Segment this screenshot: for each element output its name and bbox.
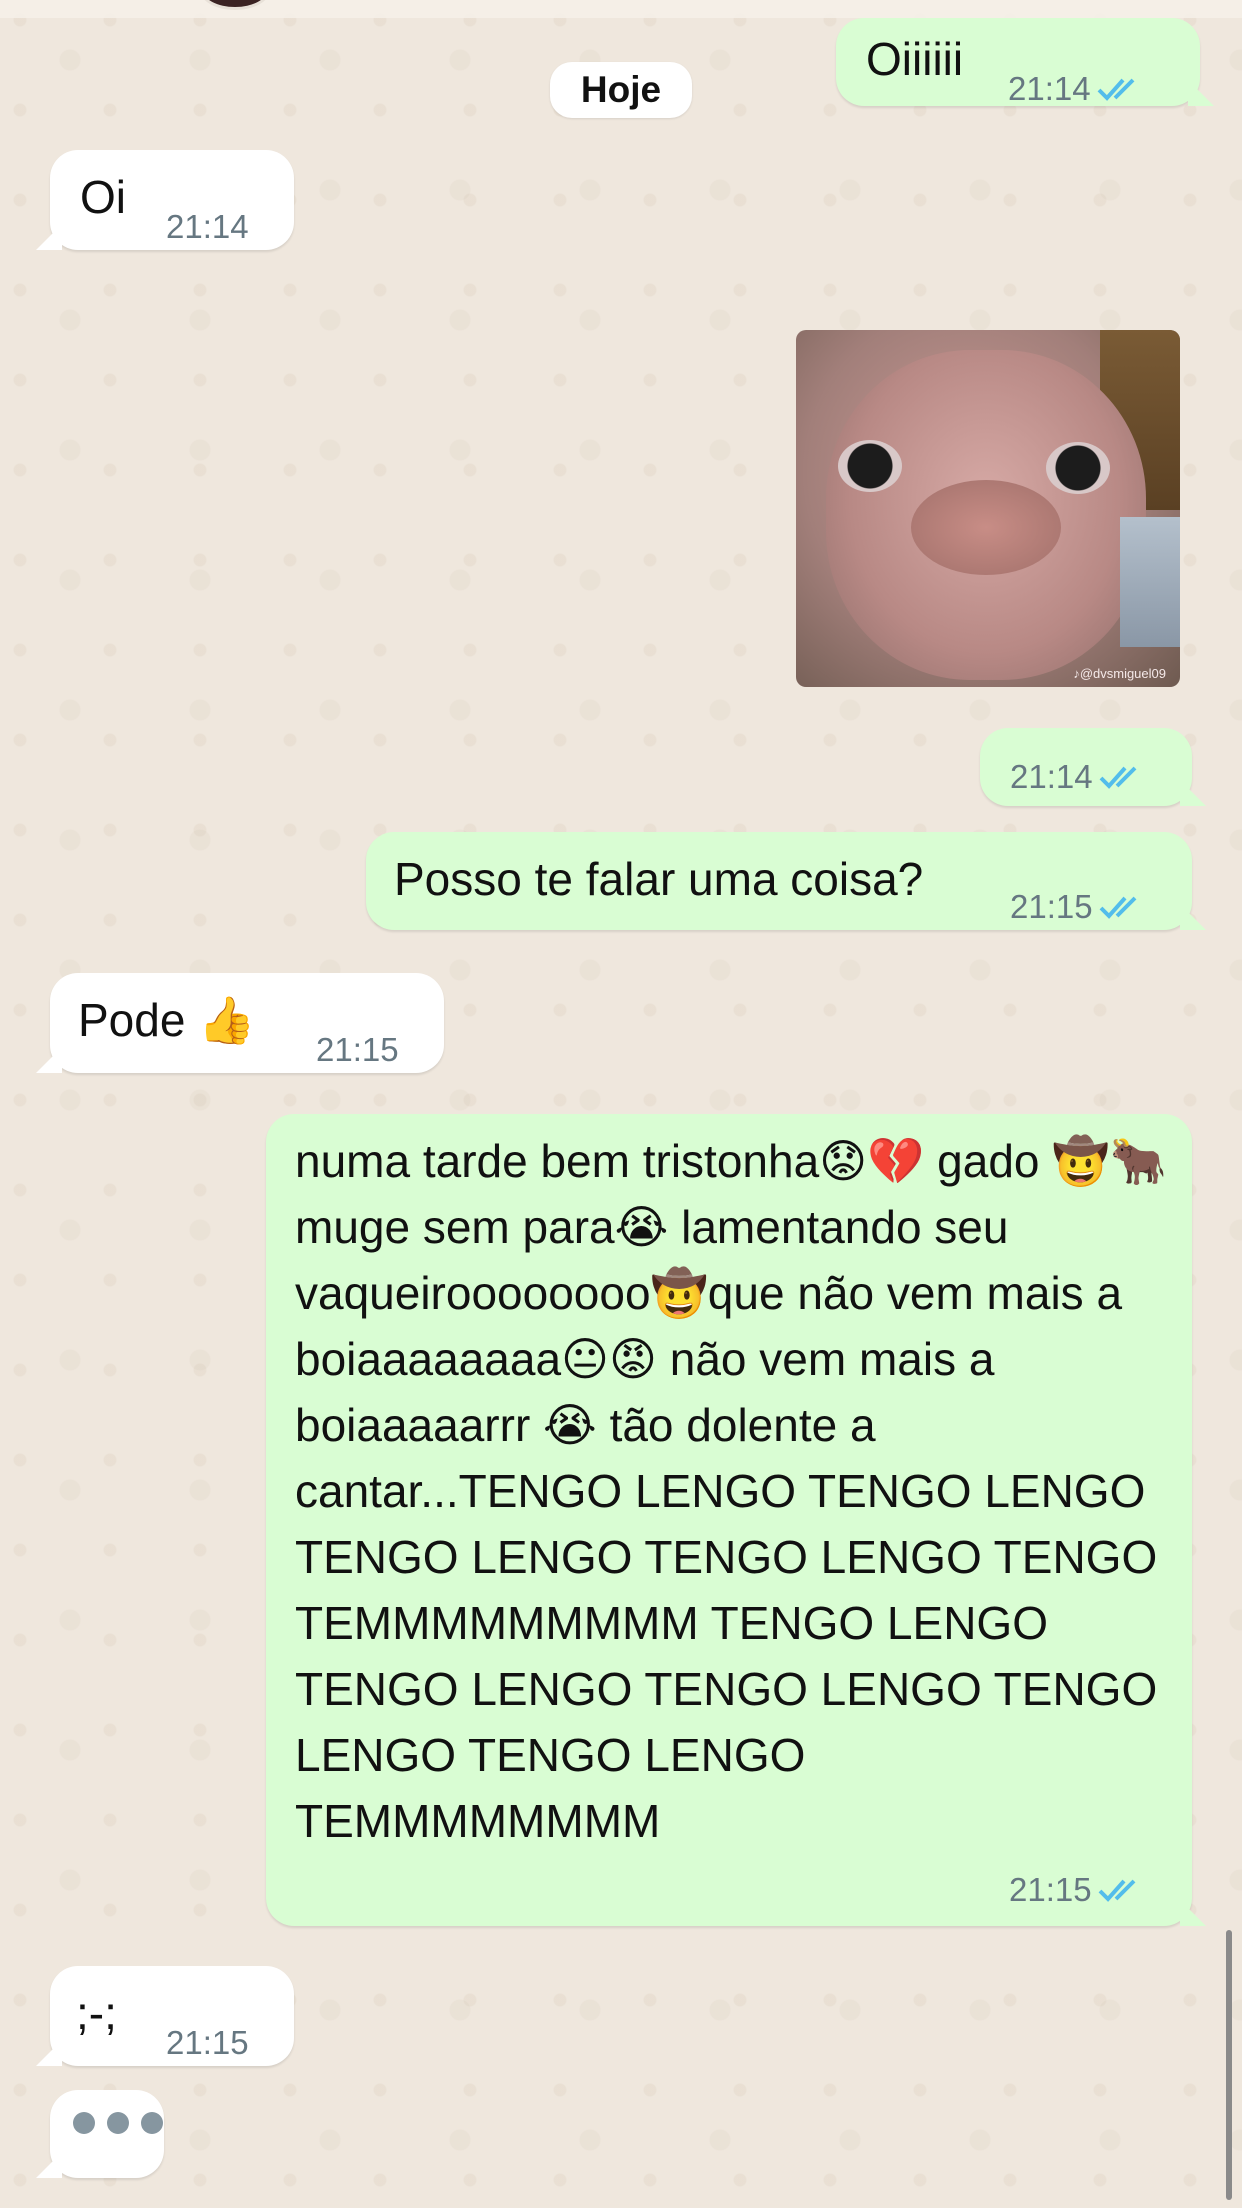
- message-time: 21:15: [1010, 888, 1093, 925]
- double-check-icon: [1097, 78, 1135, 101]
- header-edge: [0, 0, 1242, 18]
- message-text: Pode 👍: [78, 994, 256, 1046]
- message-text: Oi: [80, 171, 126, 223]
- message-outgoing[interactable]: Oiiiiii 21:14: [836, 18, 1214, 107]
- double-check-icon: [1098, 1879, 1136, 1902]
- message-time: 21:14: [1008, 70, 1091, 107]
- message-outgoing[interactable]: 21:14: [980, 728, 1206, 806]
- photo-sleeve: [1120, 517, 1180, 647]
- message-time: 21:14: [1010, 758, 1093, 795]
- double-check-icon: [1099, 766, 1137, 789]
- message-incoming[interactable]: Oi 21:14: [36, 150, 294, 250]
- image-message[interactable]: ♪@dvsmiguel09: [796, 330, 1180, 687]
- typing-dots-icon: [73, 2112, 183, 2152]
- message-text: ;-;: [76, 1987, 117, 2039]
- double-check-icon: [1099, 896, 1137, 919]
- message-text: numa tarde bem tristonha😟💔 gado 🤠🐂muge s…: [295, 1135, 1171, 1847]
- message-time: 21:14: [166, 208, 249, 245]
- message-time: 21:15: [316, 1031, 399, 1068]
- message-text: Oiiiiii: [866, 33, 964, 85]
- photo-eye: [1046, 442, 1110, 494]
- message-incoming[interactable]: Pode 👍 21:15: [36, 973, 444, 1073]
- date-separator: Hoje: [550, 62, 692, 118]
- photo-eye: [838, 440, 902, 492]
- message-outgoing[interactable]: Posso te falar uma coisa? 21:15: [366, 832, 1206, 930]
- photo-nose: [911, 480, 1061, 575]
- message-incoming[interactable]: ;-; 21:15: [36, 1966, 294, 2066]
- message-time: 21:15: [166, 2024, 249, 2061]
- message-time: 21:15: [1009, 1871, 1092, 1908]
- photo-watermark: ♪@dvsmiguel09: [1073, 666, 1166, 681]
- scrollbar[interactable]: [1226, 1930, 1232, 2200]
- message-text: Posso te falar uma coisa?: [394, 853, 924, 905]
